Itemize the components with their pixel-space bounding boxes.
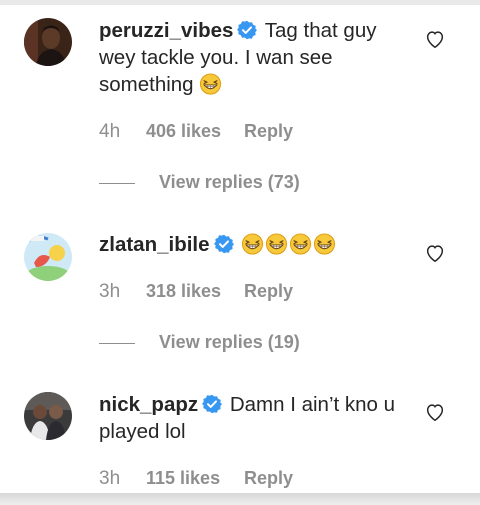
comment-username[interactable]: nick_papz <box>99 393 198 416</box>
avatar[interactable] <box>24 392 72 440</box>
top-divider <box>0 0 480 5</box>
comment-meta: 4h 406 likes Reply <box>99 121 293 143</box>
grinning-squinting-face-emoji <box>314 233 336 255</box>
bottom-bar <box>0 493 480 505</box>
comment-username[interactable]: peruzzi_vibes <box>99 19 233 42</box>
likes-count[interactable]: 406 likes <box>146 121 244 142</box>
comment-time: 3h <box>99 468 121 489</box>
comment-text: zlatan_ibile <box>99 231 409 258</box>
comment-time: 3h <box>99 281 121 302</box>
grinning-squinting-face-emoji <box>266 233 288 255</box>
replies-divider <box>99 182 135 184</box>
view-replies-button[interactable]: View replies (19) <box>99 332 300 353</box>
reply-button[interactable]: Reply <box>244 468 293 489</box>
reply-button[interactable]: Reply <box>244 281 293 302</box>
comment-time: 4h <box>99 121 121 142</box>
grinning-squinting-face-emoji <box>200 73 222 95</box>
comment-text: nick_papz Damn I ain’t kno u played lol <box>99 391 409 445</box>
likes-count[interactable]: 115 likes <box>146 468 244 489</box>
heart-icon[interactable] <box>424 28 446 50</box>
view-replies-label: View replies (73) <box>159 172 300 192</box>
grinning-squinting-face-emoji <box>290 233 312 255</box>
heart-icon[interactable] <box>424 401 446 423</box>
likes-count[interactable]: 318 likes <box>146 281 244 302</box>
comment-meta: 3h 115 likes Reply <box>99 468 293 490</box>
avatar[interactable] <box>24 18 72 66</box>
grinning-squinting-face-emoji <box>242 233 264 255</box>
verified-badge-icon <box>213 234 234 254</box>
comment-text: peruzzi_vibes Tag that guy wey tackle yo… <box>99 17 409 98</box>
view-replies-button[interactable]: View replies (73) <box>99 172 300 193</box>
heart-icon[interactable] <box>424 242 446 264</box>
comment-username[interactable]: zlatan_ibile <box>99 233 210 256</box>
comment-meta: 3h 318 likes Reply <box>99 281 293 303</box>
avatar[interactable] <box>24 233 72 281</box>
verified-badge-icon <box>202 394 223 414</box>
reply-button[interactable]: Reply <box>244 121 293 142</box>
view-replies-label: View replies (19) <box>159 332 300 352</box>
verified-badge-icon <box>237 20 258 40</box>
replies-divider <box>99 342 135 344</box>
